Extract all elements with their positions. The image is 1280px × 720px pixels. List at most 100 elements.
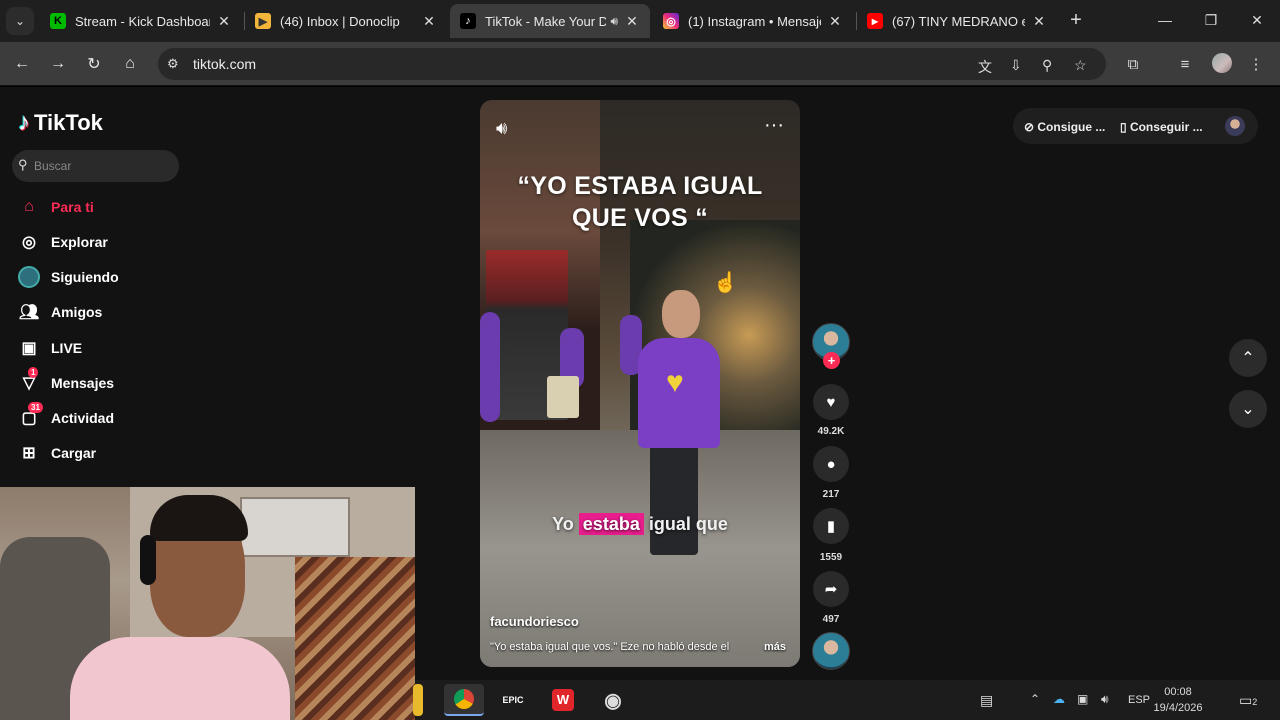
url-text[interactable]: tiktok.com: [193, 56, 256, 72]
get-coins-button[interactable]: ⊘ Consigue ...: [1024, 120, 1105, 134]
video-person-head: [662, 290, 700, 338]
site-info-icon[interactable]: ⚙: [167, 56, 179, 72]
save-button[interactable]: ▮: [813, 508, 849, 544]
activity-icon: ▢ 31: [18, 402, 43, 429]
sidebar-item-explorar[interactable]: ◎ Explorar: [18, 227, 108, 257]
sidebar-item-amigos[interactable]: 👥︎ Amigos: [18, 297, 103, 327]
obs-icon[interactable]: ◉: [593, 684, 633, 716]
like-button[interactable]: ♥: [813, 384, 849, 420]
title-line-2: QUE VOS “: [571, 204, 709, 232]
tab-donoclip[interactable]: ▶ (46) Inbox | Donoclip ✕: [245, 4, 447, 38]
chrome-taskbar-icon[interactable]: [444, 684, 484, 716]
messages-icon: ▽ 1: [18, 367, 40, 394]
install-app-icon[interactable]: ⇩: [1010, 57, 1022, 74]
friends-icon: 👥︎: [18, 304, 40, 321]
media-controls-icon[interactable]: ≡: [1171, 50, 1199, 78]
tab-title: (1) Instagram • Mensajes: [688, 13, 821, 29]
volume-icon[interactable]: 🔊︎: [496, 118, 507, 139]
sidebar-item-label: LIVE: [51, 340, 83, 356]
network-icon[interactable]: ▣: [1077, 692, 1088, 706]
close-tab-icon[interactable]: ✕: [1031, 13, 1047, 30]
new-tab-button[interactable]: +: [1066, 9, 1086, 31]
user-avatar[interactable]: [1225, 116, 1245, 136]
profile-avatar[interactable]: [1212, 53, 1232, 73]
tab-tiktok[interactable]: ♪ TikTok - Make Your D 🔊︎ ✕: [450, 4, 650, 38]
tab-search-button[interactable]: ⌄: [6, 7, 34, 35]
close-tab-icon[interactable]: ✕: [827, 13, 843, 30]
app-label: Conseguir ...: [1129, 120, 1203, 134]
close-tab-icon[interactable]: ✕: [624, 13, 640, 30]
tab-kick[interactable]: K Stream - Kick Dashboard ✕: [40, 4, 242, 38]
search-box[interactable]: ⚲: [12, 150, 179, 182]
chrome-menu-icon[interactable]: ⋮: [1242, 50, 1270, 78]
subtitle-text: igual que: [643, 514, 728, 534]
bookmark-star-icon[interactable]: ☆: [1074, 57, 1087, 74]
coins-label: Consigue ...: [1037, 120, 1106, 134]
share-button[interactable]: ➦: [813, 571, 849, 607]
next-video-button[interactable]: ⌄: [1229, 390, 1267, 428]
news-widget-icon[interactable]: ▤: [980, 692, 993, 709]
search-icon: ⚲: [18, 157, 28, 172]
instagram-icon: ◎: [663, 13, 679, 29]
notification-center-icon[interactable]: ▭2: [1239, 692, 1257, 709]
sidebar-item-actividad[interactable]: ▢ 31 Actividad: [18, 402, 115, 433]
extensions-icon[interactable]: ⧉: [1119, 50, 1147, 78]
search-input[interactable]: [34, 156, 174, 176]
tiktok-logo[interactable]: ♪ TikTok: [18, 109, 103, 137]
subtitle-highlight: estaba: [578, 513, 644, 535]
file-explorer-icon[interactable]: [413, 684, 423, 716]
more-options-icon[interactable]: ···: [764, 114, 784, 137]
webcam-overlay: [0, 487, 415, 720]
video-person-legs: [650, 445, 698, 555]
webcam-person-shirt: [70, 637, 290, 720]
vest-heart-icon: ♥: [666, 366, 684, 399]
follow-plus-icon[interactable]: +: [823, 352, 840, 369]
volume-tray-icon[interactable]: 🔊︎: [1101, 692, 1109, 707]
tray-chevron-icon[interactable]: ⌃: [1030, 692, 1040, 706]
webcam-bed: [295, 557, 415, 720]
share-count: 497: [822, 614, 840, 625]
chevron-up-icon: ⌃: [1241, 350, 1255, 367]
close-tab-icon[interactable]: ✕: [421, 13, 437, 30]
kick-icon: K: [50, 13, 66, 29]
forward-button[interactable]: →: [44, 50, 72, 78]
sidebar-item-para-ti[interactable]: ⌂ Para ti: [18, 192, 94, 222]
sidebar-item-mensajes[interactable]: ▽ 1 Mensajes: [18, 367, 115, 398]
home-button[interactable]: ⌂: [116, 50, 144, 78]
taskbar-clock[interactable]: 00:08 19/4/2026: [1150, 684, 1206, 716]
restore-window-button[interactable]: ❐: [1188, 0, 1234, 40]
speaker-icon[interactable]: 🔊︎: [610, 14, 618, 29]
sidebar-item-siguiendo[interactable]: Siguiendo: [18, 262, 119, 292]
video-author[interactable]: facundoriesco: [490, 614, 579, 629]
sidebar-item-label: Mensajes: [51, 375, 115, 391]
following-avatar-icon: [18, 266, 40, 288]
reload-button[interactable]: ↻: [80, 50, 108, 78]
browser-tab-strip: ⌄ K Stream - Kick Dashboard ✕ ▶ (46) Inb…: [0, 0, 1280, 42]
address-bar[interactable]: ⚙ tiktok.com 文 ⇩ ⚲ ☆: [158, 48, 1106, 80]
wps-office-icon[interactable]: W: [543, 684, 583, 716]
chevron-down-icon: ⌄: [1241, 401, 1255, 418]
tab-instagram[interactable]: ◎ (1) Instagram • Mensajes ✕: [653, 4, 853, 38]
comment-button[interactable]: ●: [813, 446, 849, 482]
sidebar-item-label: Amigos: [51, 304, 103, 320]
sidebar-item-label: Actividad: [51, 410, 115, 426]
language-indicator[interactable]: ESP: [1128, 694, 1150, 706]
sound-avatar[interactable]: [812, 632, 850, 670]
onedrive-icon[interactable]: ☁: [1053, 692, 1065, 706]
description-more-link[interactable]: más: [764, 641, 786, 653]
translate-icon[interactable]: 文: [978, 57, 992, 77]
tab-youtube[interactable]: ▶ (67) TINY MEDRANO en ✕: [857, 4, 1057, 38]
back-button[interactable]: ←: [8, 50, 36, 78]
logo-text: TikTok: [34, 110, 103, 135]
share-icon: ➦: [824, 581, 838, 598]
zoom-icon[interactable]: ⚲: [1042, 57, 1052, 74]
sidebar-item-cargar[interactable]: ⊞ Cargar: [18, 438, 96, 468]
close-window-button[interactable]: ✕: [1234, 0, 1280, 40]
close-tab-icon[interactable]: ✕: [216, 13, 232, 30]
previous-video-button[interactable]: ⌃: [1229, 339, 1267, 377]
get-app-button[interactable]: ▯ Conseguir ...: [1120, 120, 1203, 134]
minimize-window-button[interactable]: —: [1142, 0, 1188, 40]
epic-games-icon[interactable]: EPIC: [493, 684, 533, 716]
sidebar-item-live[interactable]: ▣ LIVE: [18, 333, 82, 363]
video-player[interactable]: ♥ 🔊︎ ··· “YO ESTABA IGUAL QUE VOS “ Yo e…: [480, 100, 800, 667]
